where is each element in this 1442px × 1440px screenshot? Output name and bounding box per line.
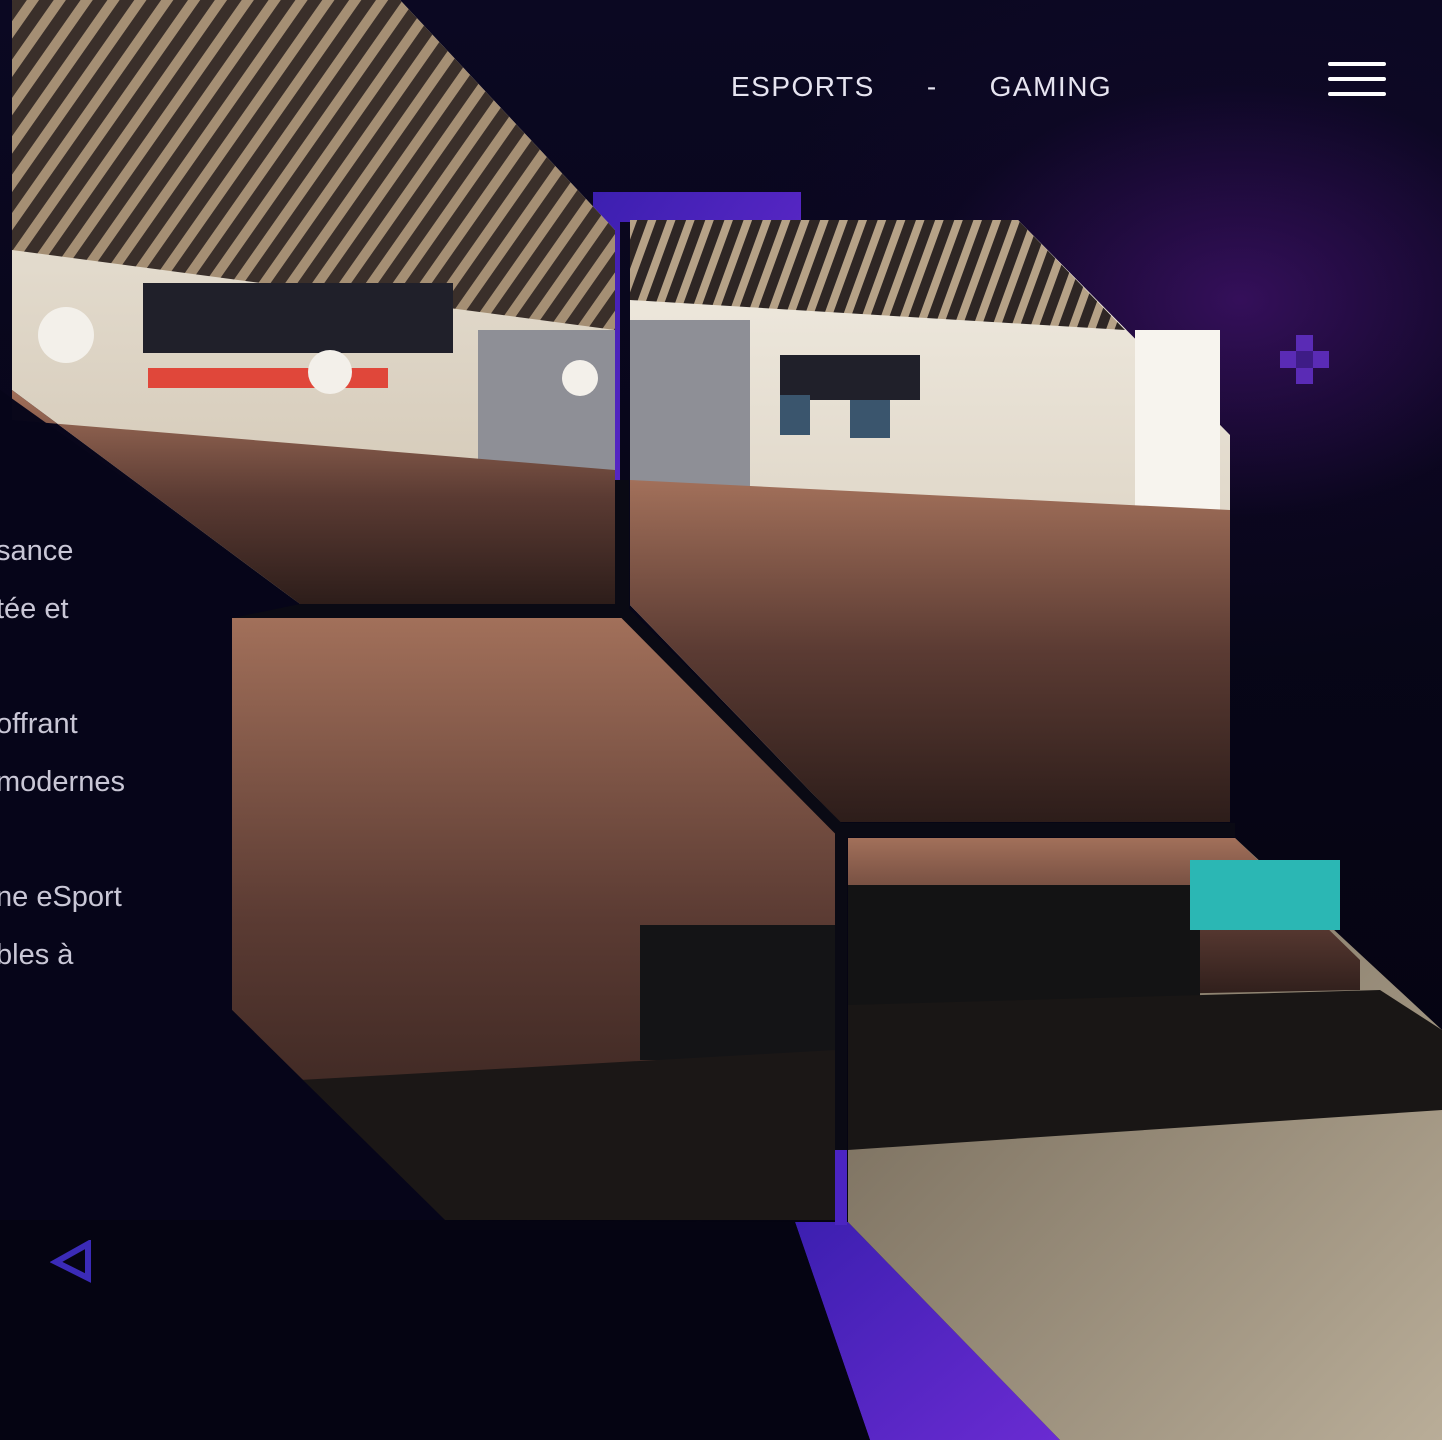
intro-line: offrant: [0, 708, 78, 740]
nav-item-esports[interactable]: ESPORTS: [731, 71, 875, 103]
top-nav: ESPORTS - GAMING: [731, 70, 1112, 104]
triangle-outline-icon: [50, 1240, 91, 1283]
intro-line: tée et: [0, 593, 69, 625]
hamburger-menu-icon[interactable]: [1328, 60, 1386, 98]
intro-line: [0, 811, 125, 868]
nav-item-gaming[interactable]: GAMING: [990, 71, 1113, 103]
nav-separator: -: [926, 71, 938, 102]
intro-line: ne eSport: [0, 881, 122, 913]
intro-text: sance tée et offrant modernes ne eSport …: [0, 522, 125, 984]
page: sance tée et offrant modernes ne eSport …: [0, 0, 1442, 1440]
intro-line: sance: [0, 535, 74, 567]
photo-collage: [0, 0, 1442, 1440]
accent-bar: [835, 1150, 847, 1225]
intro-line: [0, 638, 125, 695]
intro-line: modernes: [0, 766, 125, 798]
intro-line: bles à: [0, 939, 74, 971]
bottom-dark-panel: [0, 1220, 870, 1440]
plus-icon: [1280, 335, 1329, 384]
